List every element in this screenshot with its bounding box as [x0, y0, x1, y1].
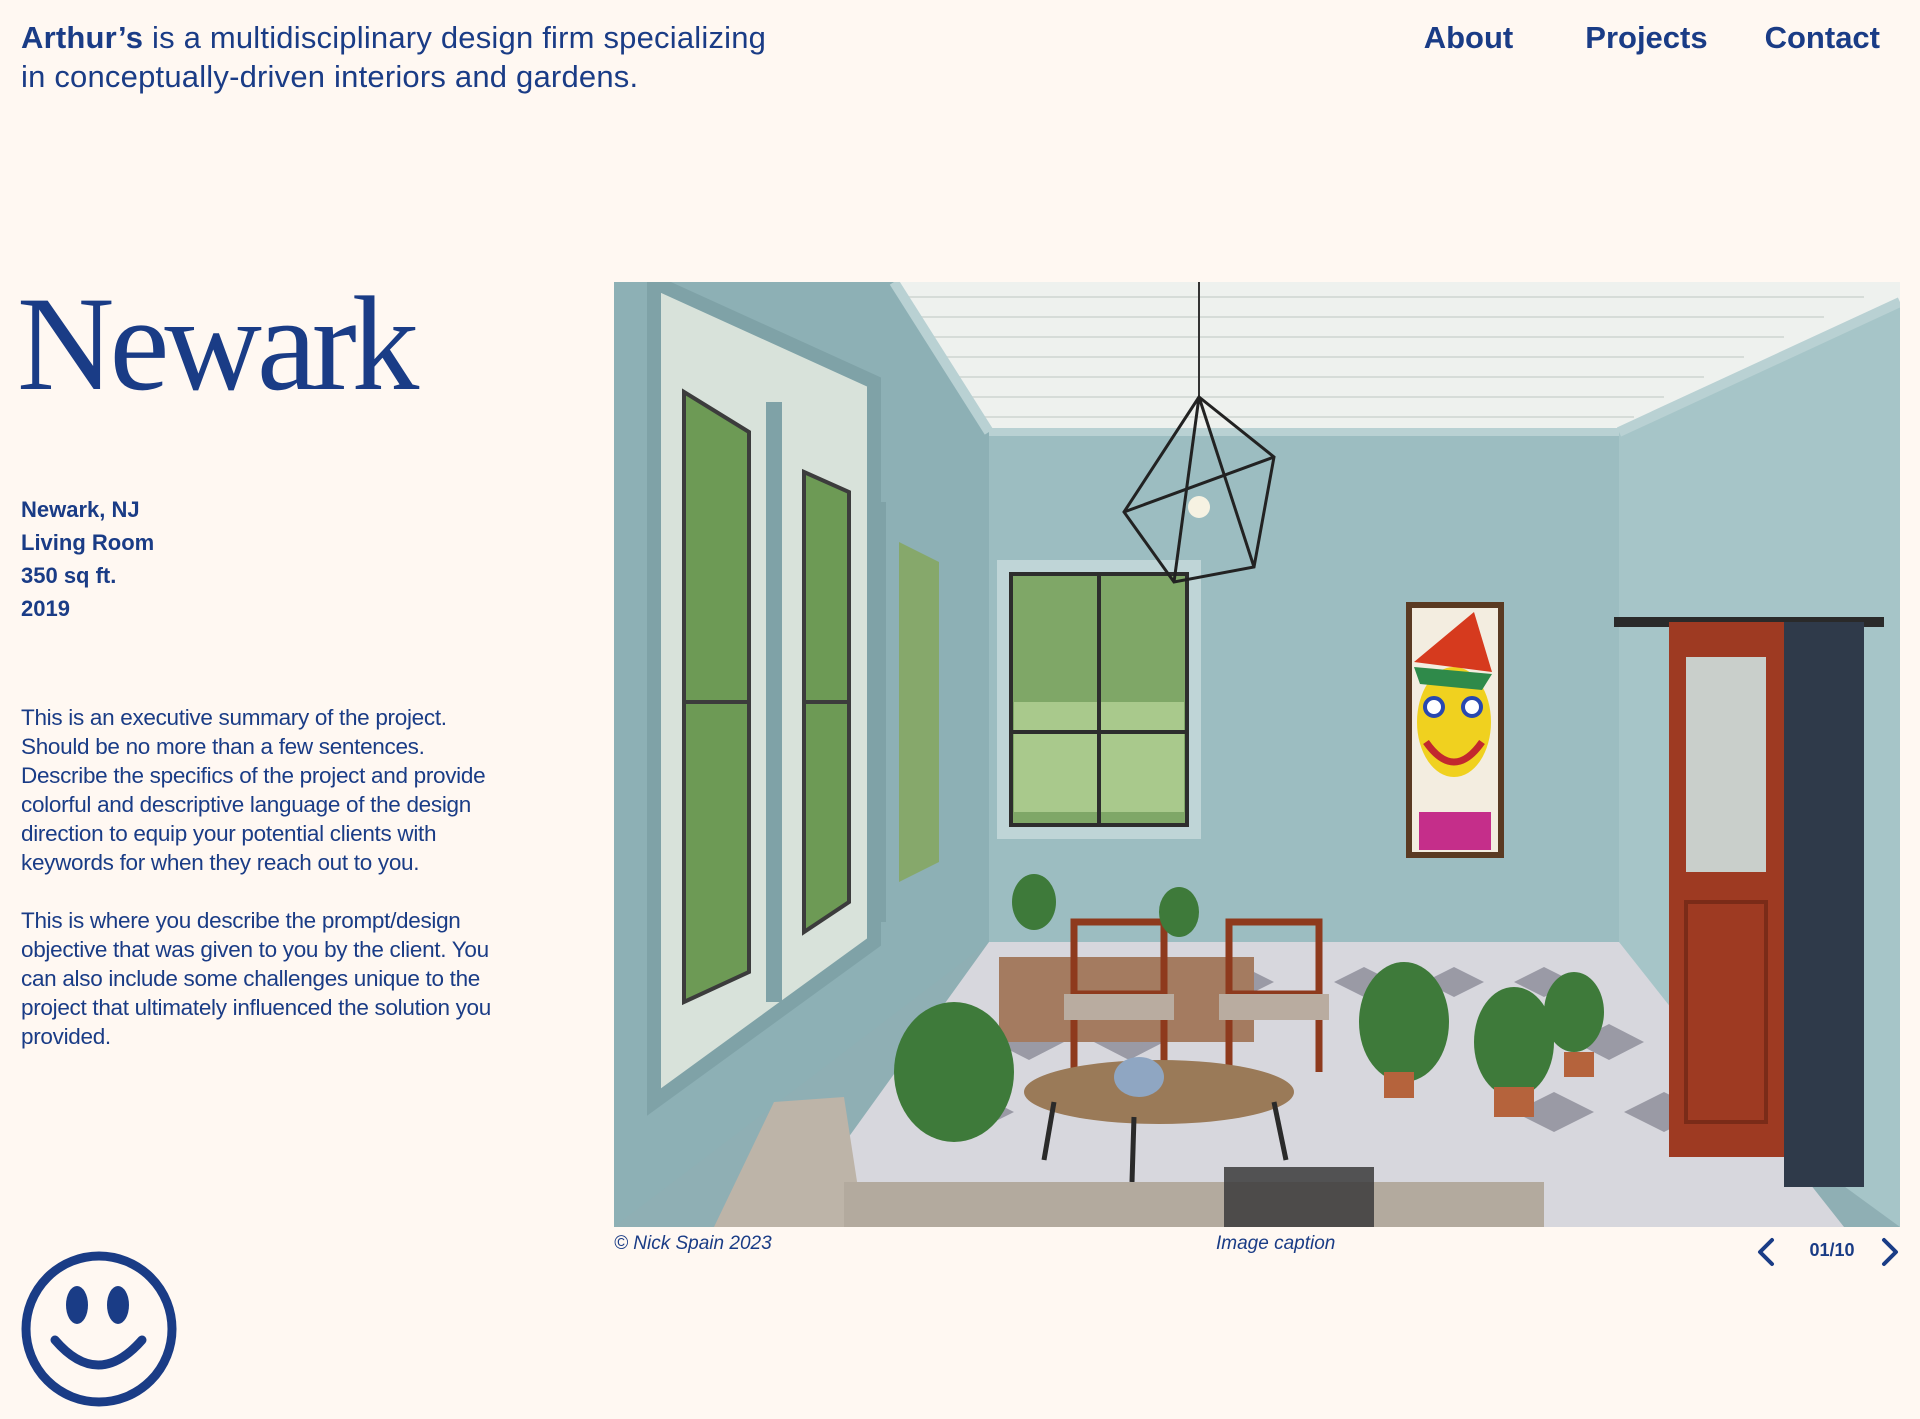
- brand-name[interactable]: Arthur’s: [21, 20, 143, 55]
- smiley-face-icon[interactable]: [20, 1250, 180, 1410]
- nav-about[interactable]: About: [1424, 18, 1514, 58]
- gallery-pager: 01/10: [1752, 1234, 1912, 1270]
- project-room: Living Room: [21, 530, 155, 555]
- chevron-right-icon[interactable]: [1876, 1236, 1904, 1268]
- room-illustration: [614, 282, 1900, 1227]
- site-tagline: Arthur’s is a multidisciplinary design f…: [21, 18, 821, 96]
- project-summary: This is an executive summary of the proj…: [21, 703, 501, 1080]
- summary-paragraph-2: This is where you describe the prompt/de…: [21, 908, 491, 1049]
- project-meta: Newark, NJ Living Room 350 sq ft. 2019: [21, 493, 154, 625]
- tagline-text-2: in conceptually-driven interiors and gar…: [21, 59, 639, 94]
- nav-contact[interactable]: Contact: [1765, 18, 1880, 58]
- project-location: Newark, NJ: [21, 497, 140, 522]
- project-title: Newark: [17, 270, 419, 419]
- summary-paragraph-1: This is an executive summary of the proj…: [21, 705, 486, 875]
- image-caption: Image caption: [1216, 1233, 1336, 1254]
- photo-credit: © Nick Spain 2023: [614, 1233, 772, 1254]
- project-size: 350 sq ft.: [21, 563, 117, 588]
- project-photo[interactable]: [614, 282, 1900, 1227]
- main-nav: About Projects Contact: [1424, 18, 1880, 58]
- project-year: 2019: [21, 596, 70, 621]
- nav-projects[interactable]: Projects: [1585, 18, 1707, 58]
- tagline-text-1: is a multidisciplinary design firm speci…: [143, 20, 767, 55]
